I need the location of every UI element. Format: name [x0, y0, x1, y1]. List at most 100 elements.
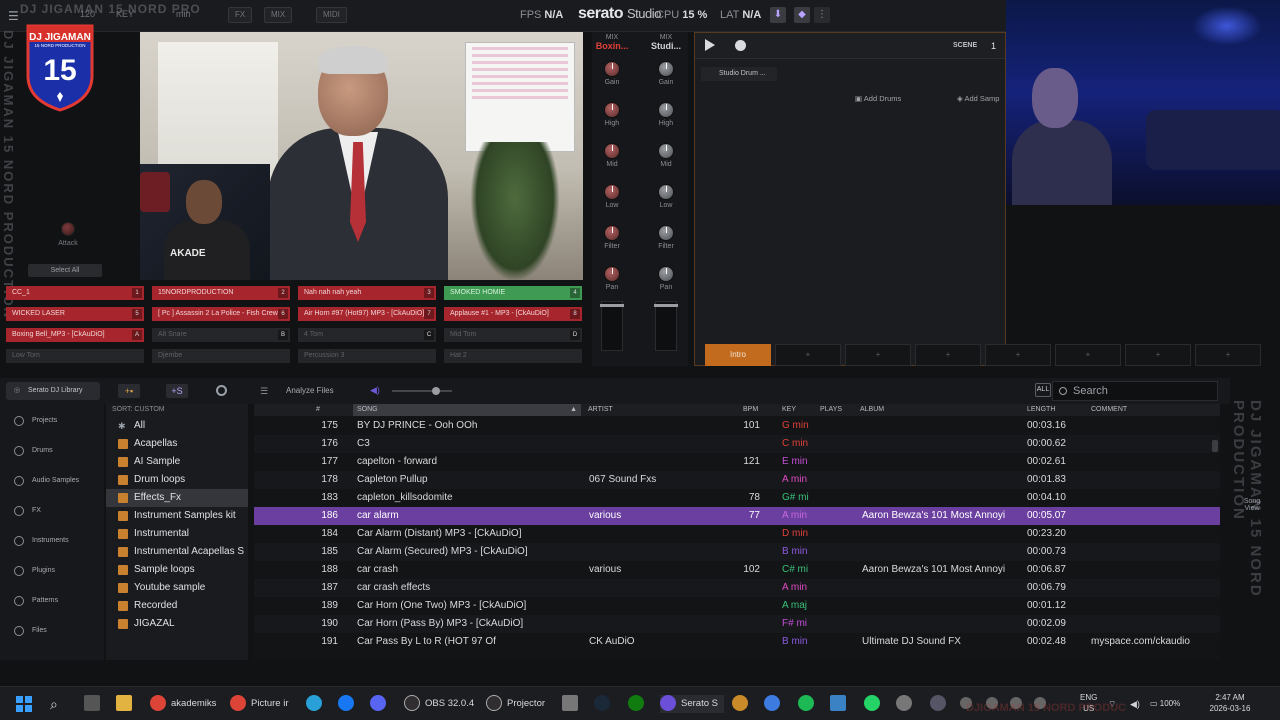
pan-knob[interactable] — [604, 266, 620, 282]
table-row[interactable]: 187 car crash effects A min 00:06.79 — [254, 579, 1220, 597]
scene-slot-intro[interactable]: Intro — [705, 344, 771, 366]
crate-item[interactable]: Recorded — [106, 597, 248, 615]
midi-button[interactable]: MIDI — [316, 7, 347, 23]
crate-item[interactable]: Instrumental — [106, 525, 248, 543]
filter-knob[interactable] — [604, 225, 620, 241]
add-samples-button[interactable]: ◈ Add Samp — [957, 94, 999, 103]
windows-start-icon[interactable] — [16, 696, 32, 712]
shield-icon[interactable]: ◆ — [794, 7, 810, 23]
sample-pad[interactable]: CC_1 1 — [6, 286, 144, 300]
sample-pad[interactable]: Percussion 3 — [298, 349, 436, 363]
sample-pad[interactable]: WICKED LASER 5 — [6, 307, 144, 321]
analyze-files-button[interactable]: Analyze Files — [286, 386, 334, 395]
scene-slot-add[interactable]: + — [985, 344, 1051, 366]
table-row[interactable]: 189 Car Horn (One Two) MP3 - [CkAuDiO] A m… — [254, 597, 1220, 615]
edge-icon[interactable] — [306, 695, 327, 713]
attack-knob[interactable] — [61, 222, 75, 236]
sample-pad[interactable]: 4 Tom C — [298, 328, 436, 342]
nav-item-plugins[interactable]: Plugins — [6, 558, 100, 584]
table-row[interactable]: 185 Car Alarm (Secured) MP3 - [CkAuDiO] B … — [254, 543, 1220, 561]
table-row[interactable]: 175 BY DJ PRINCE - Ooh OOh 101 G min 00:03.1… — [254, 417, 1220, 435]
steam-icon[interactable] — [594, 695, 615, 713]
list-view-icon[interactable]: ☰ — [260, 386, 268, 397]
col-num[interactable]: # — [316, 406, 320, 413]
table-row[interactable]: 191 Car Pass By L to R (HOT 97 Of CK AuDiO… — [254, 633, 1220, 651]
sample-pad[interactable]: 15NORDPRODUCTION 2 — [152, 286, 290, 300]
volume-icon[interactable]: ◀) — [370, 385, 380, 396]
taskbar-obs[interactable]: OBS 32.0.4 — [404, 695, 474, 713]
mix-toggle-button[interactable]: MIX — [264, 7, 293, 23]
scene-slot-add[interactable]: + — [845, 344, 911, 366]
record-icon[interactable] — [735, 40, 746, 51]
nav-item-files[interactable]: Files — [6, 618, 100, 644]
fx-toggle-button[interactable]: FX — [228, 7, 253, 23]
col-bpm[interactable]: BPM — [743, 406, 758, 413]
table-row[interactable]: 178 Capleton Pullup 067 Sound Fxs A min 00:0… — [254, 471, 1220, 489]
crate-item[interactable]: JIGAZAL — [106, 615, 248, 633]
sample-pad[interactable]: Boxing Bell_MP3 - [CkAuDiO] A — [6, 328, 144, 342]
attack-control[interactable]: Attack — [40, 222, 96, 247]
clock[interactable]: 2:47 AM 2026-03-16 — [1200, 692, 1260, 714]
taskbar-serato[interactable]: Serato S — [660, 695, 724, 713]
spotify-icon[interactable] — [798, 695, 819, 713]
table-row[interactable]: 190 Car Horn (Pass By) MP3 - [CkAuDiO] F# … — [254, 615, 1220, 633]
scene-slot-add[interactable]: + — [915, 344, 981, 366]
nav-item-drums[interactable]: Drums — [6, 438, 100, 464]
xbox-icon[interactable] — [628, 695, 649, 713]
photos-icon[interactable] — [830, 695, 851, 713]
crate-item[interactable]: Effects_Fx — [106, 489, 248, 507]
download-icon[interactable]: ⬇ — [770, 7, 786, 23]
crate-item[interactable]: Instrument Samples kit — [106, 507, 248, 525]
col-album[interactable]: ALBUM — [860, 406, 884, 413]
crate-item[interactable]: ✱ All — [106, 417, 248, 435]
app-icon[interactable] — [896, 695, 917, 713]
add-drums-button[interactable]: ▣ Add Drums — [855, 94, 901, 103]
table-row[interactable]: 186 car alarm various 77 A min Aaron Bewza's … — [254, 507, 1220, 525]
crate-item[interactable]: Youtube sample — [106, 579, 248, 597]
scene-slot-add[interactable]: + — [1055, 344, 1121, 366]
mid-knob[interactable] — [658, 143, 674, 159]
search-all-toggle[interactable]: ALL — [1035, 383, 1051, 397]
scene-slot-add[interactable]: + — [1195, 344, 1261, 366]
file-explorer-icon[interactable] — [116, 695, 137, 713]
play-icon[interactable] — [705, 39, 715, 51]
settings-icon[interactable]: ⋮ — [814, 7, 830, 23]
col-artist[interactable]: ARTIST — [588, 406, 613, 413]
volume-fader[interactable] — [600, 301, 624, 351]
table-row[interactable]: 177 capelton - forward 121 E min 00:02.61 — [254, 453, 1220, 471]
crate-item[interactable]: Acapellas — [106, 435, 248, 453]
nav-item-patterns[interactable]: Patterns — [6, 588, 100, 614]
track-table-scrollbar[interactable] — [1212, 440, 1218, 452]
discord-icon[interactable] — [370, 695, 391, 713]
mid-knob[interactable] — [604, 143, 620, 159]
low-knob[interactable] — [604, 184, 620, 200]
select-all-button[interactable]: Select All — [28, 264, 102, 277]
table-row[interactable]: 188 car crash various 102 C# mi Aaron Bewza's… — [254, 561, 1220, 579]
app-icon[interactable] — [764, 695, 785, 713]
calculator-icon[interactable] — [562, 695, 583, 713]
app-icon[interactable] — [732, 695, 753, 713]
add-smart-crate-button[interactable]: +S — [166, 384, 188, 398]
sample-pad[interactable]: Air Horn #97 (Hot97) MP3 - [CkAuDiO] 7 — [298, 307, 436, 321]
sample-pad[interactable]: Low Tom — [6, 349, 144, 363]
search-icon[interactable]: ⌕ — [50, 695, 58, 713]
scene-slot-add[interactable]: + — [775, 344, 841, 366]
sample-pad[interactable]: Djembe — [152, 349, 290, 363]
table-row[interactable]: 183 capleton_killsodomite 78 G# mi 00:04.10 — [254, 489, 1220, 507]
col-song[interactable]: SONG ▲ — [353, 404, 581, 416]
sample-pad[interactable]: Applause #1 - MP3 - [CkAuDiO] 8 — [444, 307, 582, 321]
scene-track-studio-drum[interactable]: Studio Drum ... — [701, 67, 777, 81]
task-view-icon[interactable] — [84, 695, 105, 713]
sample-pad[interactable]: Mid Tom D — [444, 328, 582, 342]
sample-pad[interactable]: Nah nah nah yeah 3 — [298, 286, 436, 300]
crate-item[interactable]: Instrumental Acapellas S — [106, 543, 248, 561]
taskbar-chrome-picture[interactable]: Picture ir — [230, 695, 288, 713]
song-view-button[interactable]: Song View — [1240, 498, 1264, 512]
preview-volume-slider[interactable] — [392, 387, 452, 395]
sample-pad[interactable]: SMOKED HOMIE 4 — [444, 286, 582, 300]
crate-item[interactable]: Sample loops — [106, 561, 248, 579]
search-icon[interactable] — [216, 385, 227, 396]
app-icon[interactable] — [930, 695, 951, 713]
col-comment[interactable]: COMMENT — [1091, 406, 1127, 413]
table-row[interactable]: 176 C3 C min 00:00.62 — [254, 435, 1220, 453]
